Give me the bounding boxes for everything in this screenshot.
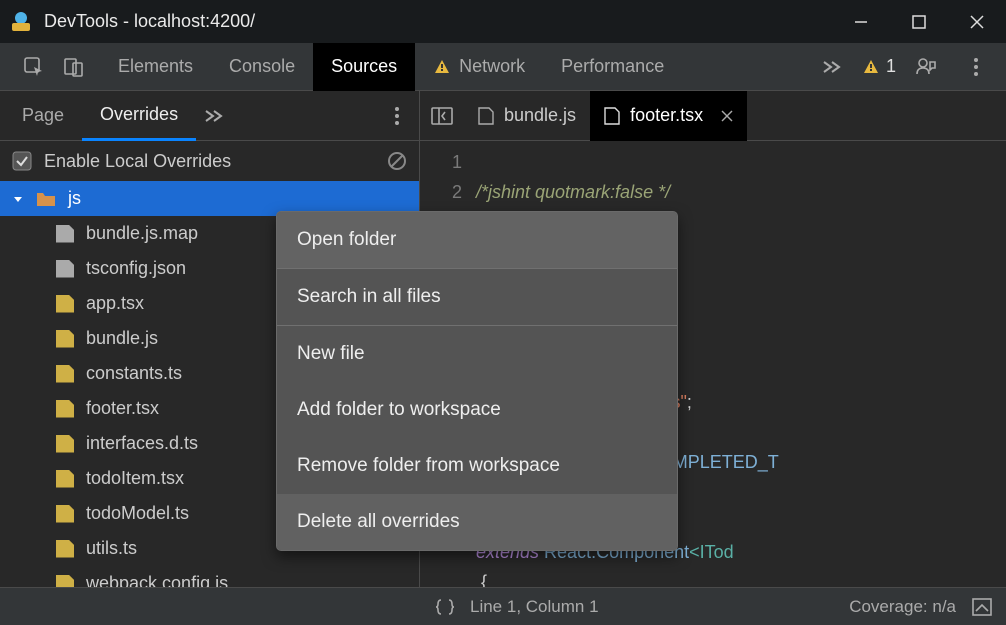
more-tabs-icon[interactable] (812, 43, 852, 91)
coverage-label: Coverage: n/a (849, 597, 956, 617)
menu-open-folder[interactable]: Open folder (277, 212, 677, 268)
context-menu: Open folder Search in all files New file… (276, 211, 678, 551)
file-icon (56, 575, 74, 588)
issues-warning-badge[interactable]: 1 (862, 56, 896, 77)
window-maximize-button[interactable] (890, 0, 948, 43)
editor-tab-bundle-js[interactable]: bundle.js (464, 91, 590, 141)
tab-network[interactable]: Network (415, 43, 543, 91)
sidebar-tab-overrides[interactable]: Overrides (82, 91, 196, 141)
tree-file-label: bundle.js (86, 328, 158, 349)
menu-new-file[interactable]: New file (277, 326, 677, 382)
show-console-icon[interactable] (972, 598, 992, 616)
file-icon (56, 295, 74, 313)
inspect-element-icon[interactable] (14, 43, 54, 91)
file-icon (56, 470, 74, 488)
window-close-button[interactable] (948, 0, 1006, 43)
tab-elements[interactable]: Elements (100, 43, 211, 91)
tree-file-label: tsconfig.json (86, 258, 186, 279)
tree-file-label: utils.ts (86, 538, 137, 559)
sidebar-kebab-icon[interactable] (379, 91, 415, 141)
file-icon (56, 225, 74, 243)
menu-search-all-files[interactable]: Search in all files (277, 269, 677, 325)
tree-file-label: bundle.js.map (86, 223, 198, 244)
tree-file-label: constants.ts (86, 363, 182, 384)
more-sidebar-tabs-icon[interactable] (196, 91, 232, 141)
tree-file[interactable]: webpack.config.js (0, 566, 419, 587)
file-icon (56, 505, 74, 523)
menu-add-folder-workspace[interactable]: Add folder to workspace (277, 382, 677, 438)
tree-file-label: interfaces.d.ts (86, 433, 198, 454)
tree-file-label: footer.tsx (86, 398, 159, 419)
tree-file-label: todoModel.ts (86, 503, 189, 524)
enable-overrides-label: Enable Local Overrides (44, 151, 231, 172)
tab-sources[interactable]: Sources (313, 43, 415, 91)
devtools-logo-icon (10, 11, 32, 33)
window-title: DevTools - localhost:4200/ (44, 11, 255, 32)
warning-icon (862, 58, 880, 76)
file-icon (56, 435, 74, 453)
tab-performance[interactable]: Performance (543, 43, 682, 91)
settings-kebab-icon[interactable] (956, 43, 996, 91)
toggle-navigator-icon[interactable] (420, 91, 464, 141)
editor-tab-footer-tsx[interactable]: footer.tsx (590, 91, 747, 141)
file-icon (478, 107, 494, 125)
folder-icon (36, 191, 56, 207)
cursor-position: Line 1, Column 1 (470, 597, 599, 617)
file-icon (56, 540, 74, 558)
window-minimize-button[interactable] (832, 0, 890, 43)
feedback-icon[interactable] (906, 43, 946, 91)
file-icon (56, 365, 74, 383)
tree-file-label: app.tsx (86, 293, 144, 314)
file-icon (56, 260, 74, 278)
file-icon (56, 400, 74, 418)
braces-icon[interactable] (434, 598, 456, 616)
tree-file-label: webpack.config.js (86, 573, 228, 587)
menu-delete-all-overrides[interactable]: Delete all overrides (277, 494, 677, 550)
file-icon (604, 107, 620, 125)
device-toolbar-icon[interactable] (54, 43, 94, 91)
panel-tabs: Elements Console Sources Network Perform… (0, 43, 1006, 91)
close-tab-icon[interactable] (721, 110, 733, 122)
sidebar-tab-page[interactable]: Page (4, 91, 82, 141)
warning-icon (433, 58, 451, 76)
file-icon (56, 330, 74, 348)
clear-overrides-icon[interactable] (387, 151, 407, 171)
tree-file-label: todoItem.tsx (86, 468, 184, 489)
menu-remove-folder-workspace[interactable]: Remove folder from workspace (277, 438, 677, 494)
chevron-down-icon (12, 193, 24, 205)
checkbox-checked-icon[interactable] (12, 151, 32, 171)
tab-console[interactable]: Console (211, 43, 313, 91)
titlebar: DevTools - localhost:4200/ (0, 0, 1006, 43)
statusbar: Line 1, Column 1 Coverage: n/a (0, 587, 1006, 625)
